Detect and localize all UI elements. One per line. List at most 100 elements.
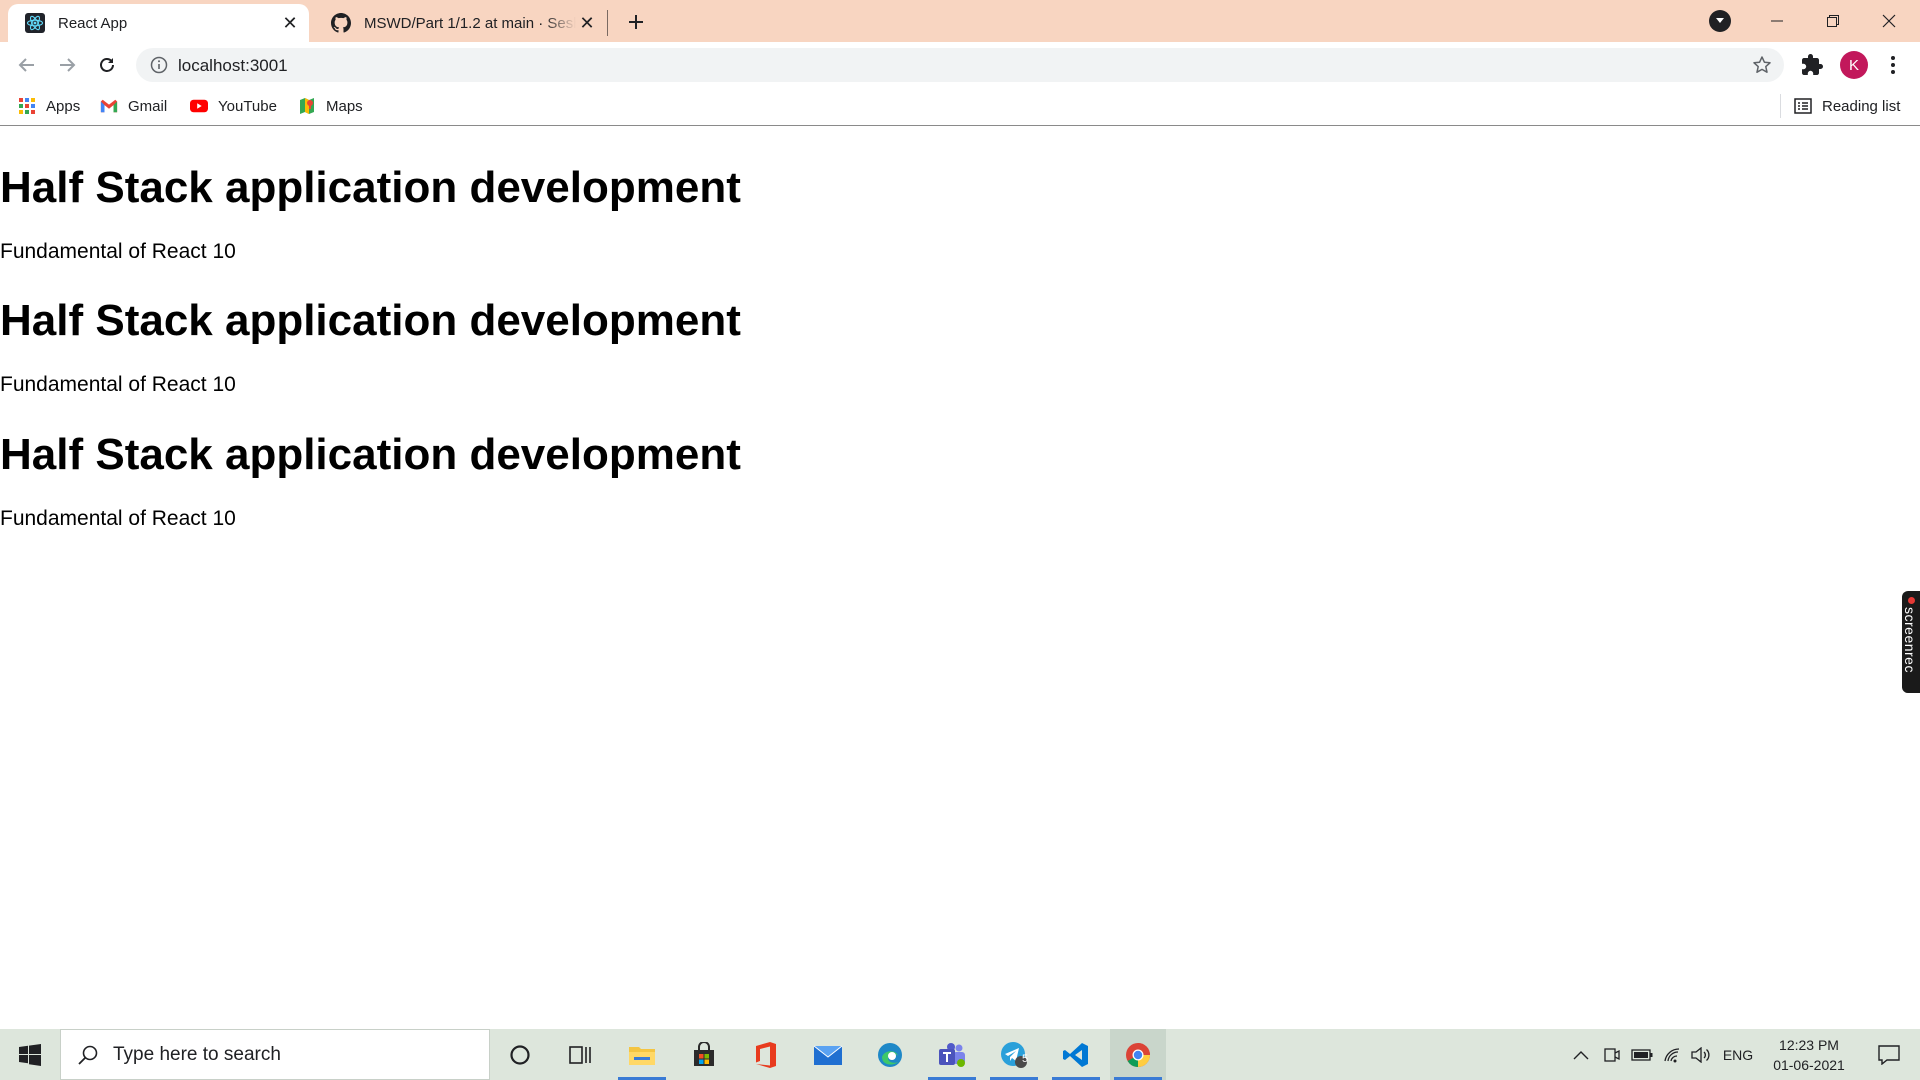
notification-icon	[1878, 1044, 1900, 1065]
minimize-button[interactable]	[1749, 4, 1805, 38]
arrow-right-icon	[60, 58, 76, 72]
record-dot-icon	[1908, 597, 1915, 604]
page-heading: Half Stack application development	[0, 296, 741, 345]
reload-icon	[100, 58, 114, 72]
tab-title: React App	[58, 14, 128, 32]
page-heading: Half Stack application development	[0, 163, 741, 212]
battery-icon	[1631, 1048, 1653, 1061]
mail-button[interactable]	[800, 1029, 856, 1080]
profile-avatar[interactable]: K	[1840, 51, 1868, 79]
tab-title: MSWD/Part 1/1.2 at main · Sesha	[364, 14, 576, 32]
reading-list-button[interactable]: Reading list	[1794, 94, 1900, 118]
close-window-button[interactable]	[1861, 4, 1917, 38]
taskbar-clock[interactable]: 12:23 PM 01-06-2021	[1766, 1035, 1852, 1075]
meet-now-button[interactable]	[1600, 1029, 1624, 1080]
store-button[interactable]	[676, 1029, 732, 1080]
page-paragraph: Fundamental of React 10	[0, 373, 236, 396]
react-icon	[25, 13, 45, 33]
speaker-icon	[1691, 1046, 1710, 1063]
search-placeholder: Type here to search	[113, 1043, 281, 1065]
content-block: Half Stack application development	[0, 299, 741, 343]
bookmark-label: Maps	[326, 97, 363, 115]
content-block: Half Stack application development	[0, 433, 741, 477]
back-button[interactable]	[12, 50, 42, 80]
tab-separator	[607, 10, 608, 36]
puzzle-icon[interactable]	[1800, 53, 1824, 77]
page-paragraph: Fundamental of React 10	[0, 507, 236, 530]
chevron-down-icon	[1716, 18, 1724, 23]
close-icon	[1882, 14, 1896, 28]
task-view-icon	[569, 1045, 591, 1064]
reading-list-label: Reading list	[1822, 97, 1901, 115]
bookmark-youtube[interactable]: YouTube	[190, 94, 277, 118]
chevron-up-icon	[1573, 1050, 1589, 1059]
apps-grid-icon	[18, 97, 36, 115]
bookmark-label: YouTube	[218, 97, 277, 115]
browser-toolbar: localhost:3001 K	[0, 42, 1920, 86]
content-block: Fundamental of React 10	[0, 374, 236, 395]
file-explorer-icon	[629, 1046, 655, 1065]
bookmark-gmail[interactable]: Gmail	[100, 94, 167, 118]
url-text[interactable]: localhost:3001	[178, 56, 288, 76]
new-tab-button[interactable]	[622, 8, 650, 36]
star-icon[interactable]	[1752, 55, 1772, 75]
restore-button[interactable]	[1805, 4, 1861, 38]
bookmark-apps[interactable]: Apps	[18, 94, 80, 118]
browser-tab-strip: React App ✕ MSWD/Part 1/1.2 at main · Se…	[0, 0, 1920, 42]
bookmark-label: Apps	[46, 97, 81, 115]
volume-button[interactable]	[1688, 1029, 1714, 1080]
telegram-button[interactable]: 5	[986, 1029, 1042, 1080]
task-view-button[interactable]	[552, 1029, 608, 1080]
tab-github[interactable]: MSWD/Part 1/1.2 at main · Sesha ✕	[314, 4, 606, 42]
bookmarks-bar: Apps Gmail YouTube Maps Reading list	[0, 86, 1920, 126]
page-paragraph: Fundamental of React 10	[0, 240, 236, 263]
edge-icon	[878, 1042, 902, 1067]
teams-button[interactable]	[924, 1029, 980, 1080]
chrome-button[interactable]	[1110, 1029, 1166, 1080]
cortana-icon	[510, 1044, 530, 1065]
action-center-button[interactable]	[1864, 1029, 1914, 1080]
windows-taskbar: Type here to search 5 ENG 12:23 PM 01-06…	[0, 1029, 1920, 1080]
content-block: Fundamental of React 10	[0, 241, 236, 262]
youtube-icon	[190, 97, 208, 115]
more-menu-icon[interactable]	[1886, 53, 1900, 77]
reading-list-icon	[1794, 97, 1812, 115]
tab-search-button[interactable]	[1709, 10, 1731, 32]
maps-icon	[298, 97, 316, 115]
screenrec-widget[interactable]: screenrec	[1902, 591, 1920, 693]
office-icon	[756, 1041, 776, 1068]
screenrec-label: screenrec	[1902, 607, 1918, 673]
chrome-icon	[1126, 1042, 1150, 1067]
reload-button[interactable]	[92, 50, 122, 80]
vscode-button[interactable]	[1048, 1029, 1104, 1080]
tab-react-app[interactable]: React App ✕	[8, 4, 309, 42]
close-icon[interactable]: ✕	[576, 12, 598, 34]
show-hidden-icons-button[interactable]	[1568, 1029, 1594, 1080]
info-icon[interactable]	[150, 56, 168, 74]
minimize-icon	[1771, 20, 1783, 22]
page-content: Half Stack application development Funda…	[0, 127, 1920, 1029]
taskbar-search[interactable]: Type here to search	[60, 1029, 490, 1080]
edge-button[interactable]	[862, 1029, 918, 1080]
battery-button[interactable]	[1628, 1029, 1656, 1080]
bookmark-maps[interactable]: Maps	[298, 94, 363, 118]
clock-date: 01-06-2021	[1773, 1057, 1845, 1073]
store-icon	[694, 1041, 714, 1066]
bookmark-label: Gmail	[128, 97, 168, 115]
clock-time: 12:23 PM	[1779, 1037, 1839, 1053]
cortana-button[interactable]	[492, 1029, 548, 1080]
network-button[interactable]	[1660, 1029, 1686, 1080]
close-icon[interactable]: ✕	[279, 12, 301, 34]
restore-icon	[1827, 15, 1839, 27]
start-button[interactable]	[0, 1029, 60, 1080]
mail-icon	[813, 1045, 843, 1065]
file-explorer-button[interactable]	[614, 1029, 670, 1080]
language-indicator[interactable]: ENG	[1718, 1029, 1758, 1080]
address-bar[interactable]: localhost:3001	[136, 48, 1784, 82]
content-block: Fundamental of React 10	[0, 508, 236, 529]
gmail-icon	[100, 97, 118, 115]
arrow-left-icon	[18, 58, 34, 72]
forward-button[interactable]	[52, 50, 82, 80]
teams-icon	[939, 1042, 965, 1067]
office-button[interactable]	[738, 1029, 794, 1080]
